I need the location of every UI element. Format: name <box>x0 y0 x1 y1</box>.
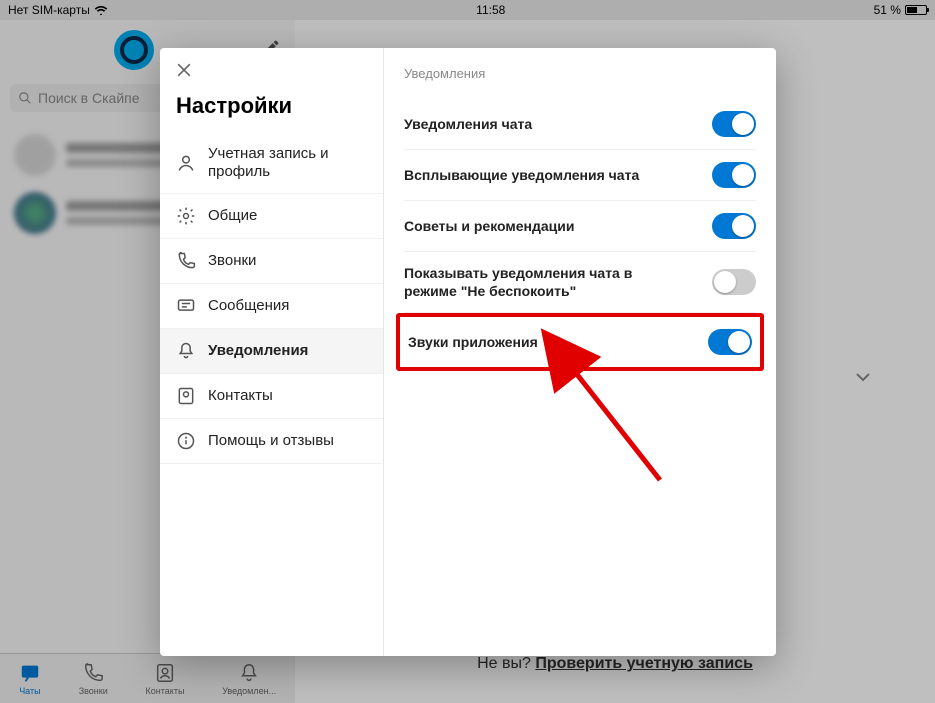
setting-label: Всплывающие уведомления чата <box>404 166 639 184</box>
toggle-app-sounds[interactable] <box>708 329 752 355</box>
toggle-dnd[interactable] <box>712 269 756 295</box>
nav-messages[interactable]: Сообщения <box>160 284 383 329</box>
message-icon <box>176 296 196 316</box>
toggle-popup[interactable] <box>712 162 756 188</box>
toggle-chat-notifications[interactable] <box>712 111 756 137</box>
setting-row-chat-notifications: Уведомления чата <box>404 99 756 150</box>
setting-row-tips: Советы и рекомендации <box>404 201 756 252</box>
settings-panel: Уведомления Уведомления чата Всплывающие… <box>384 48 776 656</box>
close-button[interactable] <box>160 48 383 89</box>
phone-icon <box>176 251 196 271</box>
nav-label: Учетная запись и профиль <box>208 145 367 181</box>
section-heading: Уведомления <box>404 66 756 81</box>
setting-row-app-sounds: Звуки приложения <box>408 323 752 361</box>
bell-icon <box>176 341 196 361</box>
nav-label: Общие <box>208 207 257 225</box>
settings-title: Настройки <box>160 89 383 133</box>
nav-calls[interactable]: Звонки <box>160 239 383 284</box>
nav-label: Сообщения <box>208 297 289 315</box>
nav-label: Звонки <box>208 252 256 270</box>
setting-label: Показывать уведомления чата в режиме "Не… <box>404 264 664 300</box>
nav-notifications[interactable]: Уведомления <box>160 329 383 374</box>
nav-label: Помощь и отзывы <box>208 432 334 450</box>
setting-label: Уведомления чата <box>404 115 532 133</box>
nav-contacts[interactable]: Контакты <box>160 374 383 419</box>
nav-help[interactable]: Помощь и отзывы <box>160 419 383 464</box>
close-icon <box>174 60 194 80</box>
person-icon <box>176 153 196 173</box>
setting-label: Звуки приложения <box>408 333 538 351</box>
toggle-tips[interactable] <box>712 213 756 239</box>
nav-label: Контакты <box>208 387 273 405</box>
setting-row-popup: Всплывающие уведомления чата <box>404 150 756 201</box>
gear-icon <box>176 206 196 226</box>
highlighted-setting: Звуки приложения <box>396 313 764 371</box>
setting-label: Советы и рекомендации <box>404 217 575 235</box>
settings-modal: Настройки Учетная запись и профиль Общие… <box>160 48 776 656</box>
setting-row-dnd: Показывать уведомления чата в режиме "Не… <box>404 252 756 313</box>
nav-general[interactable]: Общие <box>160 194 383 239</box>
contacts-icon <box>176 386 196 406</box>
settings-nav: Настройки Учетная запись и профиль Общие… <box>160 48 384 656</box>
info-icon <box>176 431 196 451</box>
nav-account[interactable]: Учетная запись и профиль <box>160 133 383 194</box>
nav-label: Уведомления <box>208 342 308 360</box>
